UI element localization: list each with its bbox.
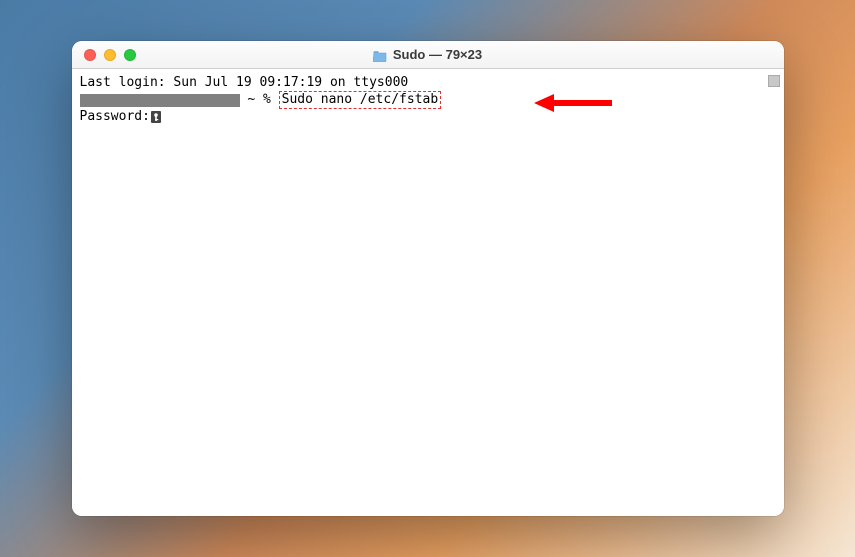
window-controls xyxy=(72,49,136,61)
window-title: Sudo — 79×23 xyxy=(393,47,482,62)
prompt-line: ~ % Sudo nano /etc/fstab xyxy=(80,91,776,109)
scroll-indicator[interactable] xyxy=(768,75,780,87)
titlebar[interactable]: Sudo — 79×23 xyxy=(72,41,784,69)
terminal-window: Sudo — 79×23 Last login: Sun Jul 19 09:1… xyxy=(72,41,784,516)
key-icon xyxy=(150,110,162,124)
minimize-button[interactable] xyxy=(104,49,116,61)
command-text: Sudo nano /etc/fstab xyxy=(282,92,439,107)
title-center: Sudo — 79×23 xyxy=(373,47,482,62)
terminal-content[interactable]: Last login: Sun Jul 19 09:17:19 on ttys0… xyxy=(72,69,784,516)
command-highlight: Sudo nano /etc/fstab xyxy=(279,91,442,109)
password-line: Password: xyxy=(80,109,776,125)
redacted-hostname xyxy=(80,94,240,107)
folder-icon xyxy=(373,49,387,61)
close-button[interactable] xyxy=(84,49,96,61)
password-label: Password: xyxy=(80,109,150,124)
prompt-suffix: ~ % xyxy=(240,92,279,107)
maximize-button[interactable] xyxy=(124,49,136,61)
last-login-line: Last login: Sun Jul 19 09:17:19 on ttys0… xyxy=(80,75,776,91)
